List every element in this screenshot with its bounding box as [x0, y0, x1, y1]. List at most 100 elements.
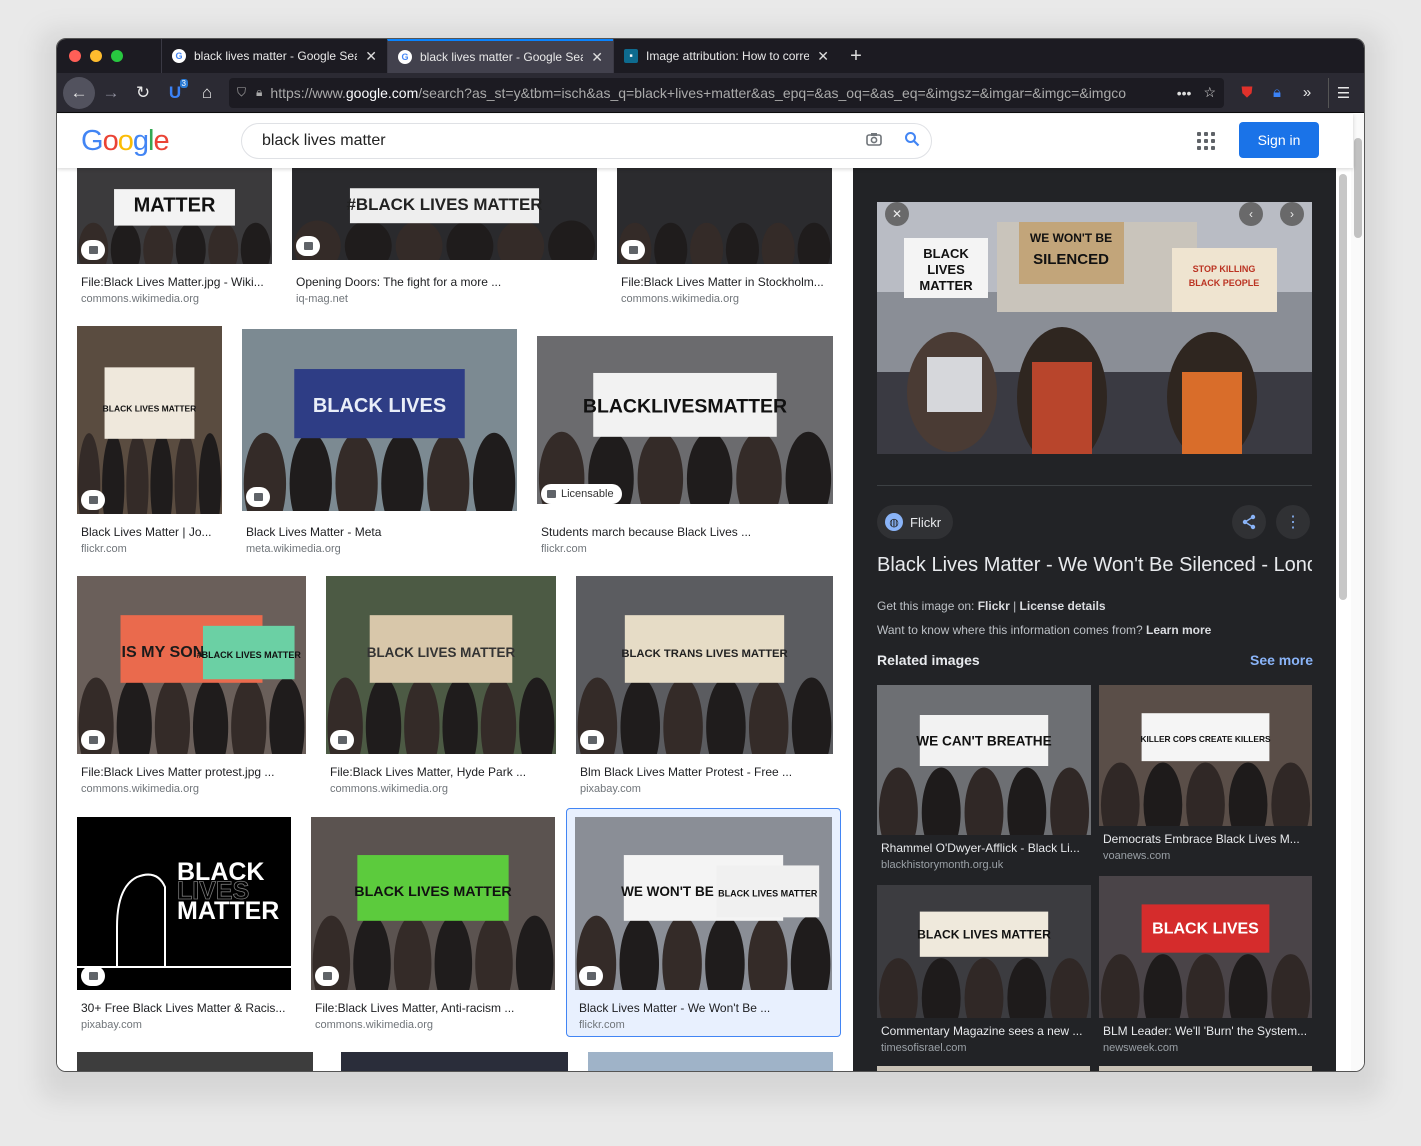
close-preview-button[interactable]: ✕: [885, 202, 909, 226]
result-source[interactable]: flickr.com: [81, 543, 127, 555]
zoom-window-button[interactable]: [111, 50, 123, 62]
tab-google-search-1[interactable]: G black lives matter - Google Sea ✕: [161, 39, 387, 73]
learn-more-link[interactable]: Learn more: [1146, 623, 1211, 637]
result-source[interactable]: pixabay.com: [580, 783, 641, 795]
result-source[interactable]: flickr.com: [541, 543, 587, 555]
result-title[interactable]: File:Black Lives Matter.jpg - Wiki...: [81, 275, 272, 289]
related-image-card[interactable]: WE CAN'T BREATHE Rhammel O'Dwyer-Afflick …: [877, 685, 1091, 881]
related-title[interactable]: Rhammel O'Dwyer-Afflick - Black Li...: [881, 841, 1089, 855]
result-source[interactable]: meta.wikimedia.org: [246, 543, 341, 555]
forward-button[interactable]: →: [95, 77, 127, 109]
license-details-link[interactable]: License details: [1020, 599, 1106, 613]
result-title[interactable]: Opening Doors: The fight for a more ...: [296, 275, 597, 289]
result-thumbnail[interactable]: BLACK LIVES: [242, 329, 517, 511]
image-result-card[interactable]: [77, 1052, 313, 1071]
share-button[interactable]: [1232, 505, 1266, 539]
sign-in-button[interactable]: Sign in: [1239, 122, 1319, 158]
close-tab-icon[interactable]: ✕: [591, 49, 603, 66]
close-tab-icon[interactable]: ✕: [817, 48, 829, 65]
related-title[interactable]: BLM Leader: We'll 'Burn' the System...: [1103, 1024, 1310, 1038]
result-thumbnail[interactable]: BLACK LIVES MATTER: [326, 576, 556, 754]
close-window-button[interactable]: [69, 50, 81, 62]
preview-image[interactable]: BLACK LIVES MATTER WE WON'T BE SILENCED …: [877, 202, 1312, 454]
result-thumbnail[interactable]: [617, 168, 832, 264]
result-title[interactable]: File:Black Lives Matter in Stockholm...: [621, 275, 832, 289]
result-thumbnail[interactable]: WE WON'T BE SILENCED BLACK LIVES MATTER: [575, 817, 832, 990]
new-tab-button[interactable]: +: [839, 39, 873, 73]
related-source[interactable]: newsweek.com: [1103, 1042, 1178, 1054]
related-thumbnail[interactable]: BLACK LIVES MATTER: [877, 885, 1091, 1038]
related-image-card[interactable]: BLACK LIVES BLM Leader: We'll 'Burn' the …: [1099, 876, 1312, 1064]
related-source[interactable]: timesofisrael.com: [881, 1042, 967, 1054]
password-lock-extension-icon[interactable]: 🔒︎: [1262, 78, 1292, 108]
result-source[interactable]: pixabay.com: [81, 1019, 142, 1031]
see-more-link[interactable]: See more: [1250, 652, 1313, 668]
result-title[interactable]: Students march because Black Lives ...: [541, 525, 833, 539]
image-result-card[interactable]: BLACK LIVES MATTER 30+ Free Black Lives Mat…: [77, 817, 291, 1040]
tab-google-search-2[interactable]: G black lives matter - Google Sea ✕: [387, 39, 613, 73]
next-image-button[interactable]: ›: [1280, 202, 1304, 226]
page-scrollbar[interactable]: [1351, 114, 1364, 1071]
licensable-badge[interactable]: Licensable: [541, 484, 622, 504]
result-title[interactable]: Blm Black Lives Matter Protest - Free ..…: [580, 765, 833, 779]
image-result-card[interactable]: BLACK TRANS LIVES MATTER Blm Black Lives …: [576, 576, 833, 804]
related-source[interactable]: voanews.com: [1103, 850, 1170, 862]
related-title[interactable]: Democrats Embrace Black Lives M...: [1103, 832, 1310, 846]
result-thumbnail[interactable]: MATTER: [77, 168, 272, 264]
search-icon[interactable]: [893, 131, 931, 152]
url-bar[interactable]: ⛉ 🔒︎ https://www.google.com/search?as_st…: [229, 77, 1224, 108]
result-source[interactable]: commons.wikimedia.org: [315, 1019, 433, 1031]
result-title[interactable]: Black Lives Matter - We Won't Be ...: [579, 1001, 832, 1015]
page-actions-icon[interactable]: •••: [1177, 85, 1192, 101]
hamburger-menu-icon[interactable]: ☰: [1328, 77, 1358, 108]
get-image-site-link[interactable]: Flickr: [978, 599, 1010, 613]
related-image-card[interactable]: [1099, 1066, 1312, 1071]
result-title[interactable]: Black Lives Matter | Jo...: [81, 525, 222, 539]
tab-image-attribution[interactable]: ■ Image attribution: How to corre ✕: [613, 39, 839, 73]
image-result-card[interactable]: File:Black Lives Matter in Stockholm... c…: [617, 168, 832, 314]
result-source[interactable]: flickr.com: [579, 1019, 625, 1031]
result-source[interactable]: commons.wikimedia.org: [81, 783, 199, 795]
result-title[interactable]: 30+ Free Black Lives Matter & Racis...: [81, 1001, 291, 1015]
image-result-card[interactable]: IS MY SON NEXT? #BLACK LIVES MATTER File:B…: [77, 576, 306, 804]
related-image-card[interactable]: KILLER COPS CREATE KILLERS Democrats Embr…: [1099, 685, 1312, 872]
image-result-card[interactable]: BLACK LIVES MATTER File:Black Lives Matte…: [326, 576, 556, 804]
lock-icon[interactable]: 🔒︎: [256, 85, 262, 100]
image-result-card[interactable]: #BLACK LIVES MATTER Opening Doors: The fi…: [292, 168, 597, 314]
ublock-extension-button[interactable]: U3: [159, 77, 191, 109]
related-image-card[interactable]: BLACK LIVES MATTER Commentary Magazine se…: [877, 885, 1091, 1064]
search-box[interactable]: black lives matter: [241, 123, 932, 159]
google-logo[interactable]: Google: [81, 125, 211, 158]
related-thumbnail[interactable]: WE CAN'T BREATHE: [877, 685, 1091, 858]
apps-grid-icon[interactable]: [1197, 132, 1215, 150]
tracking-protection-icon[interactable]: ⛉: [237, 85, 246, 100]
result-thumbnail[interactable]: BLACK LIVES MATTER: [77, 817, 291, 990]
result-thumbnail[interactable]: BLACK LIVES MATTER: [77, 326, 222, 514]
result-thumbnail[interactable]: IS MY SON NEXT? #BLACK LIVES MATTER: [77, 576, 306, 754]
preview-title[interactable]: Black Lives Matter - We Won't Be Silence…: [877, 554, 1312, 577]
related-thumbnail[interactable]: BLACK LIVES: [1099, 876, 1312, 1040]
brave-shield-extension-icon[interactable]: ⛊: [1232, 78, 1262, 108]
page-scrollbar-thumb[interactable]: [1354, 138, 1362, 238]
previous-image-button[interactable]: ‹: [1239, 202, 1263, 226]
related-thumbnail[interactable]: KILLER COPS CREATE KILLERS: [1099, 685, 1312, 848]
more-options-button[interactable]: ⋮: [1276, 505, 1310, 539]
result-thumbnail[interactable]: BLACK LIVES MATTER: [311, 817, 555, 990]
bookmark-star-icon[interactable]: ☆: [1203, 84, 1216, 101]
image-result-card[interactable]: BLACK LIVES MATTER File:Black Lives Matte…: [311, 817, 555, 1040]
source-chip[interactable]: ◍ Flickr: [877, 505, 953, 539]
result-thumbnail[interactable]: BLACK TRANS LIVES MATTER: [576, 576, 833, 754]
result-source[interactable]: commons.wikimedia.org: [621, 293, 739, 305]
result-thumbnail[interactable]: BLACKLIVESMATTER Licensable: [537, 336, 833, 504]
close-tab-icon[interactable]: ✕: [365, 48, 377, 65]
result-thumbnail[interactable]: #BLACK LIVES MATTER: [292, 168, 597, 260]
result-title[interactable]: File:Black Lives Matter, Hyde Park ...: [330, 765, 556, 779]
image-result-card[interactable]: WE WON'T BE SILENCED BLACK LIVES MATTER Bl…: [566, 808, 841, 1037]
image-result-card[interactable]: BLACKLIVESMATTER Licensable Students march…: [537, 336, 833, 564]
related-title[interactable]: Commentary Magazine sees a new ...: [881, 1024, 1089, 1038]
url-text[interactable]: https://www.google.com/search?as_st=y&tb…: [270, 85, 1168, 101]
image-result-card[interactable]: [341, 1052, 568, 1071]
search-input[interactable]: black lives matter: [262, 132, 855, 150]
image-result-card[interactable]: [588, 1052, 833, 1071]
image-result-card[interactable]: BLACK LIVES Black Lives Matter - Meta meta…: [242, 329, 517, 564]
